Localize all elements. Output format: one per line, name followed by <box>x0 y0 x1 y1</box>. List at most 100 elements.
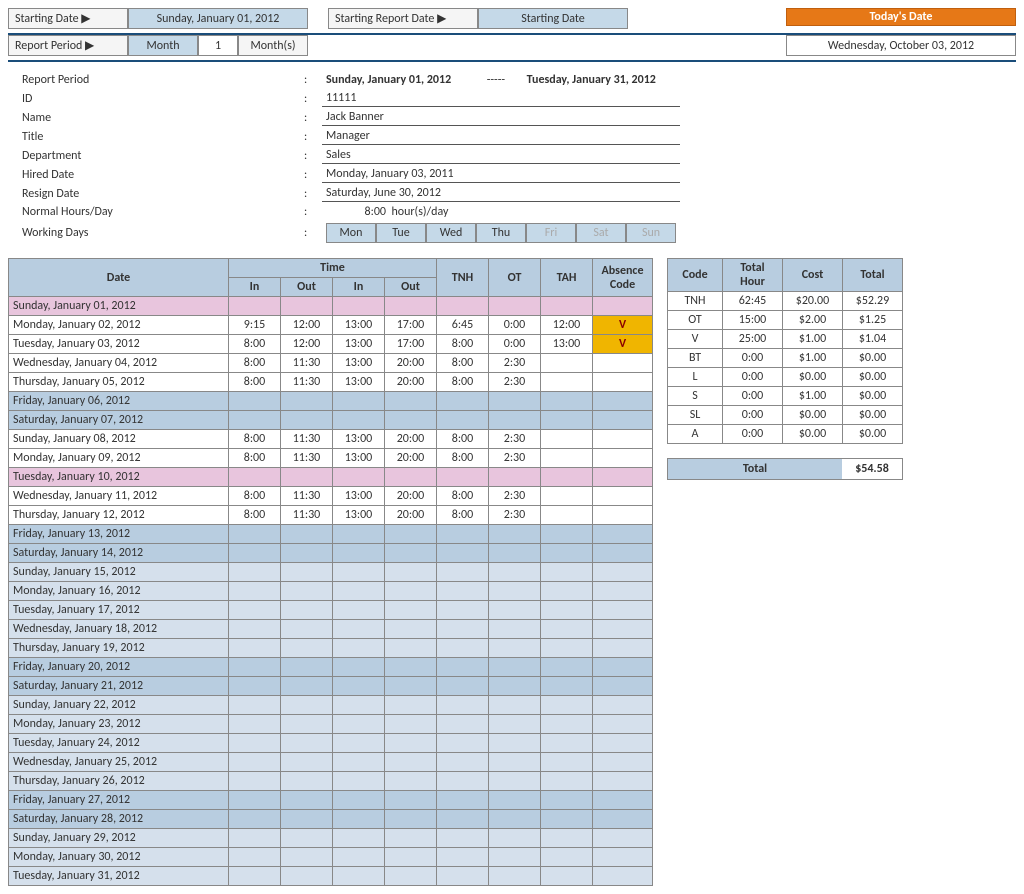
time-cell[interactable] <box>593 430 653 449</box>
time-cell[interactable] <box>489 791 541 810</box>
date-cell[interactable]: Wednesday, January 25, 2012 <box>9 753 229 772</box>
time-cell[interactable] <box>333 582 385 601</box>
time-cell[interactable] <box>281 696 333 715</box>
time-cell[interactable] <box>281 658 333 677</box>
time-cell[interactable]: 11:30 <box>281 430 333 449</box>
time-cell[interactable] <box>385 544 437 563</box>
time-cell[interactable] <box>541 297 593 316</box>
timesheet-row[interactable]: Sunday, January 01, 2012 <box>9 297 653 316</box>
time-cell[interactable] <box>593 525 653 544</box>
time-cell[interactable] <box>593 411 653 430</box>
time-cell[interactable] <box>593 620 653 639</box>
time-cell[interactable] <box>593 848 653 867</box>
time-cell[interactable] <box>593 696 653 715</box>
time-cell[interactable]: 8:00 <box>229 373 281 392</box>
time-cell[interactable] <box>541 772 593 791</box>
time-cell[interactable] <box>541 544 593 563</box>
time-cell[interactable] <box>437 696 489 715</box>
time-cell[interactable] <box>489 411 541 430</box>
time-cell[interactable] <box>541 506 593 525</box>
time-cell[interactable] <box>229 525 281 544</box>
timesheet-row[interactable]: Monday, January 02, 20129:1512:0013:0017… <box>9 316 653 335</box>
time-cell[interactable] <box>333 563 385 582</box>
time-cell[interactable]: 8:00 <box>437 335 489 354</box>
time-cell[interactable] <box>489 696 541 715</box>
time-cell[interactable] <box>333 392 385 411</box>
time-cell[interactable] <box>385 297 437 316</box>
date-cell[interactable]: Thursday, January 12, 2012 <box>9 506 229 525</box>
time-cell[interactable]: 13:00 <box>541 335 593 354</box>
time-cell[interactable]: 2:30 <box>489 449 541 468</box>
time-cell[interactable]: 20:00 <box>385 373 437 392</box>
date-cell[interactable]: Thursday, January 05, 2012 <box>9 373 229 392</box>
time-cell[interactable]: 13:00 <box>333 354 385 373</box>
time-cell[interactable] <box>593 791 653 810</box>
starting-date-value[interactable]: Sunday, January 01, 2012 <box>128 8 308 29</box>
time-cell[interactable] <box>437 525 489 544</box>
timesheet-row[interactable]: Thursday, January 19, 2012 <box>9 639 653 658</box>
time-cell[interactable]: 20:00 <box>385 354 437 373</box>
timesheet-row[interactable]: Tuesday, January 31, 2012 <box>9 867 653 886</box>
time-cell[interactable] <box>333 867 385 886</box>
time-cell[interactable] <box>281 753 333 772</box>
time-cell[interactable] <box>229 411 281 430</box>
date-cell[interactable]: Tuesday, January 03, 2012 <box>9 335 229 354</box>
date-cell[interactable]: Thursday, January 19, 2012 <box>9 639 229 658</box>
time-cell[interactable]: 13:00 <box>333 449 385 468</box>
time-cell[interactable] <box>281 848 333 867</box>
time-cell[interactable]: 0:00 <box>489 335 541 354</box>
time-cell[interactable]: 8:00 <box>229 430 281 449</box>
time-cell[interactable] <box>333 677 385 696</box>
time-cell[interactable] <box>281 677 333 696</box>
time-cell[interactable] <box>385 658 437 677</box>
time-cell[interactable] <box>489 810 541 829</box>
time-cell[interactable] <box>593 563 653 582</box>
date-cell[interactable]: Wednesday, January 11, 2012 <box>9 487 229 506</box>
time-cell[interactable] <box>385 468 437 487</box>
time-cell[interactable]: 20:00 <box>385 430 437 449</box>
time-cell[interactable] <box>229 867 281 886</box>
time-cell[interactable] <box>229 582 281 601</box>
time-cell[interactable] <box>489 753 541 772</box>
time-cell[interactable] <box>229 392 281 411</box>
date-cell[interactable]: Sunday, January 22, 2012 <box>9 696 229 715</box>
time-cell[interactable] <box>281 392 333 411</box>
timesheet-row[interactable]: Tuesday, January 10, 2012 <box>9 468 653 487</box>
time-cell[interactable] <box>229 620 281 639</box>
timesheet-row[interactable]: Tuesday, January 03, 20128:0012:0013:001… <box>9 335 653 354</box>
time-cell[interactable] <box>437 601 489 620</box>
time-cell[interactable]: 6:45 <box>437 316 489 335</box>
time-cell[interactable] <box>385 620 437 639</box>
time-cell[interactable] <box>437 734 489 753</box>
time-cell[interactable]: 8:00 <box>229 506 281 525</box>
time-cell[interactable] <box>541 430 593 449</box>
starting-report-value[interactable]: Starting Date <box>478 8 628 29</box>
timesheet-row[interactable]: Thursday, January 26, 2012 <box>9 772 653 791</box>
date-cell[interactable]: Friday, January 27, 2012 <box>9 791 229 810</box>
date-cell[interactable]: Saturday, January 28, 2012 <box>9 810 229 829</box>
timesheet-row[interactable]: Wednesday, January 11, 20128:0011:3013:0… <box>9 487 653 506</box>
time-cell[interactable]: 2:30 <box>489 373 541 392</box>
time-cell[interactable] <box>229 658 281 677</box>
time-cell[interactable] <box>333 753 385 772</box>
time-cell[interactable]: 0:00 <box>489 316 541 335</box>
time-cell[interactable] <box>229 715 281 734</box>
time-cell[interactable] <box>593 639 653 658</box>
time-cell[interactable] <box>541 734 593 753</box>
time-cell[interactable] <box>385 734 437 753</box>
time-cell[interactable] <box>437 392 489 411</box>
time-cell[interactable] <box>333 734 385 753</box>
time-cell[interactable] <box>489 468 541 487</box>
time-cell[interactable] <box>333 696 385 715</box>
time-cell[interactable]: 13:00 <box>333 487 385 506</box>
timesheet-row[interactable]: Sunday, January 29, 2012 <box>9 829 653 848</box>
timesheet-row[interactable]: Sunday, January 15, 2012 <box>9 563 653 582</box>
time-cell[interactable] <box>541 563 593 582</box>
date-cell[interactable]: Monday, January 16, 2012 <box>9 582 229 601</box>
time-cell[interactable] <box>281 639 333 658</box>
time-cell[interactable] <box>385 601 437 620</box>
time-cell[interactable] <box>489 525 541 544</box>
time-cell[interactable] <box>437 677 489 696</box>
time-cell[interactable] <box>281 468 333 487</box>
time-cell[interactable] <box>593 867 653 886</box>
